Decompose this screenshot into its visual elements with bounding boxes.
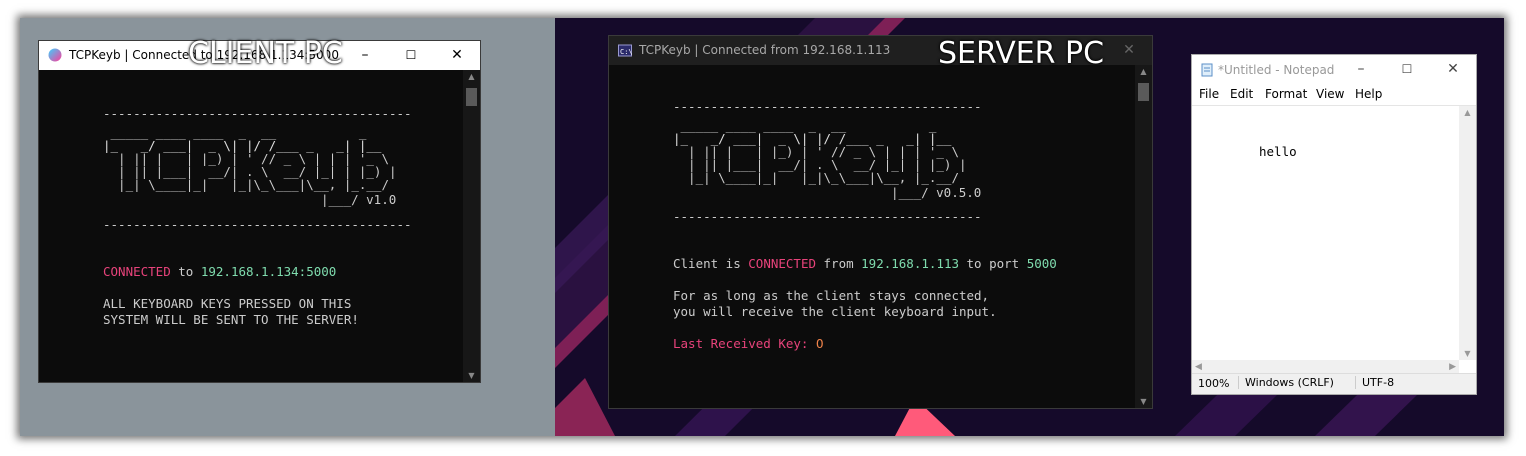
notepad-statusbar: 100% Windows (CRLF) UTF-8 — [1192, 373, 1476, 394]
last-key-value: O — [816, 336, 824, 351]
status-encoding: UTF-8 — [1355, 376, 1394, 389]
scroll-up-arrow-icon[interactable]: ▲ — [463, 72, 480, 81]
client-divider-top: ----------------------------------------… — [103, 106, 412, 121]
server-console-window: C:\ TCPKeyb | Connected from 192.168.1.1… — [608, 35, 1153, 409]
client-address: 192.168.1.134:5000 — [200, 264, 337, 279]
close-button[interactable]: ✕ — [434, 41, 480, 70]
server-pc-label: SERVER PC — [938, 36, 1105, 71]
server-divider-bottom: ----------------------------------------… — [673, 209, 982, 224]
notepad-text-area[interactable]: hello ▲ ▼ ◀ ▶ — [1192, 105, 1476, 377]
server-from-word: from — [816, 256, 862, 271]
server-divider-top: ----------------------------------------… — [673, 99, 982, 114]
menu-help[interactable]: Help — [1355, 87, 1382, 101]
scroll-left-arrow-icon[interactable]: ◀ — [1195, 362, 1202, 372]
minimize-button[interactable]: – — [1338, 55, 1384, 84]
client-scrollbar[interactable]: ▲ ▼ — [463, 70, 480, 382]
status-line-ending: Windows (CRLF) — [1238, 376, 1334, 389]
scroll-down-arrow-icon[interactable]: ▼ — [1459, 349, 1476, 358]
server-port: 5000 — [1026, 256, 1057, 271]
server-client-is: Client is — [673, 256, 749, 271]
server-info-line1: For as long as the client stays connecte… — [673, 288, 990, 303]
server-logo-line5: |_| \____|_| |_|\_\___|\__, |_.__/ — [673, 170, 959, 185]
client-notice-line2: SYSTEM WILL BE SENT TO THE SERVER! — [103, 312, 359, 327]
notepad-window-title: *Untitled - Notepad — [1218, 63, 1335, 77]
server-status-word: CONNECTED — [748, 256, 816, 271]
tcpkeyb-app-icon — [48, 48, 62, 62]
scroll-up-arrow-icon[interactable]: ▲ — [1135, 67, 1152, 76]
scroll-down-arrow-icon[interactable]: ▼ — [1135, 397, 1152, 406]
notepad-app-icon — [1201, 63, 1213, 77]
client-to-word: to — [170, 264, 201, 279]
server-info-line2: you will receive the client keyboard inp… — [673, 304, 997, 319]
screenshot-frame: TCPKeyb | Connected to 192.168.1.134:500… — [20, 18, 1504, 436]
client-version: |___/ v1.0 — [321, 192, 397, 207]
scroll-down-arrow-icon[interactable]: ▼ — [463, 371, 480, 380]
notepad-vertical-scrollbar[interactable]: ▲ ▼ — [1459, 106, 1476, 360]
close-button[interactable]: ✕ — [1430, 55, 1476, 84]
client-console-window: TCPKeyb | Connected to 192.168.1.134:500… — [38, 40, 481, 383]
scroll-up-arrow-icon[interactable]: ▲ — [1459, 108, 1476, 117]
maximize-button[interactable]: ☐ — [1384, 55, 1430, 84]
svg-text:C:\: C:\ — [620, 48, 632, 56]
client-divider-bottom: ----------------------------------------… — [103, 217, 412, 232]
notepad-content: hello — [1259, 144, 1297, 159]
menu-edit[interactable]: Edit — [1230, 87, 1253, 101]
server-last-key-line: Last Received Key: O — [673, 336, 824, 352]
server-scrollbar[interactable]: ▲ ▼ — [1135, 65, 1152, 408]
close-button[interactable]: ✕ — [1106, 36, 1152, 65]
minimize-button[interactable]: – — [342, 41, 388, 70]
scroll-right-arrow-icon[interactable]: ▶ — [1449, 362, 1456, 372]
server-scroll-thumb[interactable] — [1138, 83, 1149, 101]
menu-view[interactable]: View — [1316, 87, 1344, 101]
client-scroll-thumb[interactable] — [466, 88, 477, 106]
client-status-line: CONNECTED to 192.168.1.134:5000 — [103, 264, 336, 280]
notepad-window: *Untitled - Notepad – ☐ ✕ File Edit Form… — [1191, 54, 1477, 395]
client-notice-line1: ALL KEYBOARD KEYS PRESSED ON THIS — [103, 296, 352, 311]
last-key-label: Last Received Key: — [673, 336, 816, 351]
client-status-word: CONNECTED — [103, 264, 171, 279]
menu-file[interactable]: File — [1199, 87, 1219, 101]
server-status-line: Client is CONNECTED from 192.168.1.113 t… — [673, 256, 1057, 272]
server-version: |___/ v0.5.0 — [891, 185, 982, 200]
maximize-button[interactable]: ☐ — [388, 41, 434, 70]
server-client-ip: 192.168.1.113 — [861, 256, 959, 271]
menu-format[interactable]: Format — [1265, 87, 1307, 101]
status-zoom: 100% — [1198, 377, 1230, 390]
console-app-icon: C:\ — [618, 44, 632, 57]
server-to-port: to port — [959, 256, 1027, 271]
client-pc-label: CLIENT PC — [188, 36, 343, 71]
client-console-output: ----------------------------------------… — [39, 70, 463, 382]
server-window-title: TCPKeyb | Connected from 192.168.1.113 — [639, 43, 891, 57]
notepad-titlebar[interactable]: *Untitled - Notepad – ☐ ✕ — [1192, 55, 1476, 84]
notepad-menubar: File Edit Format View Help — [1192, 84, 1476, 105]
client-logo-line5: |_| \____|_| |_|\_\___|\__, |_.__/ — [103, 177, 389, 192]
server-console-output: ----------------------------------------… — [609, 65, 1135, 408]
